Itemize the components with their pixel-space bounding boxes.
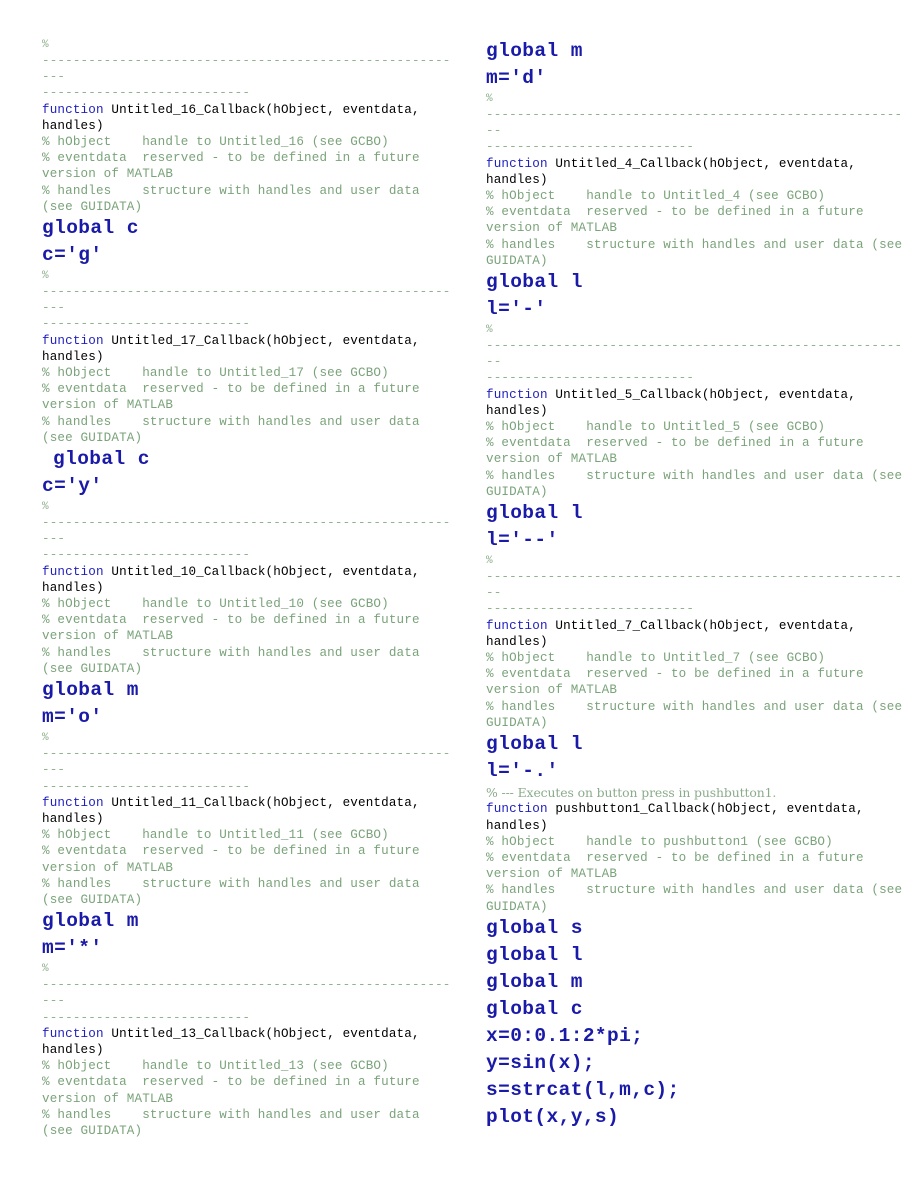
comment-line: % hObject handle to Untitled_5 (see GCBO… — [486, 420, 826, 435]
statement-line: y=sin(x); — [486, 1051, 595, 1074]
comment-marker-line: % — [42, 501, 49, 514]
statement-line: global l — [486, 943, 583, 966]
statement-line: c='g' — [42, 244, 103, 267]
comment-line: % handles structure with handles and use… — [486, 883, 910, 914]
comment-line: % handles structure with handles and use… — [486, 237, 910, 268]
statement-line: m='d' — [486, 67, 547, 89]
comment-line: % handles structure with handles and use… — [42, 1107, 428, 1138]
statement-line: global m — [486, 970, 583, 993]
function-signature-line: function pushbutton1_Callback(hObject, e… — [486, 801, 906, 833]
statement-line: global m — [42, 679, 139, 702]
function-keyword: function — [42, 1026, 104, 1041]
comment-line: % eventdata reserved - to be defined in … — [42, 151, 428, 182]
statement-line: global m — [486, 40, 583, 62]
comment-line: % hObject handle to Untitled_7 (see GCBO… — [486, 651, 826, 666]
statement-line: global m — [42, 910, 139, 933]
separator-line-a: ----------------------------------------… — [42, 747, 451, 778]
function-keyword: function — [486, 802, 548, 817]
comment-marker-line: % — [486, 555, 493, 568]
comment-line: % eventdata reserved - to be defined in … — [42, 613, 428, 644]
function-signature-line: function Untitled_10_Callback(hObject, e… — [42, 564, 452, 596]
separator-line-b: --------------------------- — [486, 371, 695, 386]
function-keyword: function — [42, 102, 104, 117]
comment-marker-line: % — [42, 39, 49, 51]
statement-line: global s — [486, 916, 583, 939]
comment-marker-line: % — [42, 270, 49, 283]
function-signature-line: function Untitled_17_Callback(hObject, e… — [42, 333, 452, 365]
function-keyword: function — [486, 618, 548, 633]
function-keyword: function — [42, 564, 104, 579]
separator-line-a: ----------------------------------------… — [42, 978, 451, 1009]
right-code-column: global m m='d'% --------------------------… — [460, 0, 920, 1131]
statement-line: x=0:0.1:2*pi; — [486, 1024, 644, 1047]
two-column-layout: % ---------------------------------------… — [0, 0, 920, 1191]
comment-line: % handles structure with handles and use… — [486, 468, 910, 499]
separator-line-a: ----------------------------------------… — [42, 54, 451, 85]
comment-line: % eventdata reserved - to be defined in … — [42, 1075, 428, 1106]
statement-line: c='y' — [42, 475, 103, 498]
comment-marker-line: % — [42, 732, 49, 745]
comment-marker-line: % — [42, 963, 49, 976]
comment-line: % eventdata reserved - to be defined in … — [42, 844, 428, 875]
separator-line-b: --------------------------- — [42, 317, 251, 332]
statement-line: l='-' — [486, 298, 547, 321]
function-signature-line: function Untitled_11_Callback(hObject, e… — [42, 795, 452, 827]
statement-line: global l — [486, 733, 583, 756]
separator-line-b: --------------------------- — [42, 779, 251, 794]
function-signature-line: function Untitled_13_Callback(hObject, e… — [42, 1026, 452, 1058]
function-signature-line: function Untitled_7_Callback(hObject, ev… — [486, 618, 906, 650]
statement-line: global c — [42, 217, 139, 240]
separator-line-b: --------------------------- — [486, 140, 695, 155]
comment-line: % handles structure with handles and use… — [42, 876, 428, 907]
separator-line-a: ----------------------------------------… — [486, 108, 903, 139]
comment-line: % hObject handle to Untitled_13 (see GCB… — [42, 1059, 389, 1074]
function-signature-line: function Untitled_4_Callback(hObject, ev… — [486, 156, 906, 188]
function-keyword: function — [42, 795, 104, 810]
comment-line: % hObject handle to Untitled_4 (see GCBO… — [486, 189, 826, 204]
separator-line-b: --------------------------- — [42, 86, 251, 101]
comment-line: % hObject handle to Untitled_10 (see GCB… — [42, 597, 389, 612]
comment-line: % handles structure with handles and use… — [42, 183, 428, 214]
statement-line: m='o' — [42, 706, 103, 729]
separator-line-b: --------------------------- — [42, 1010, 251, 1025]
comment-line: % eventdata reserved - to be defined in … — [486, 205, 872, 236]
comment-line: % hObject handle to Untitled_17 (see GCB… — [42, 366, 389, 381]
comment-line: % eventdata reserved - to be defined in … — [486, 850, 872, 882]
statement-line: global c — [53, 448, 150, 471]
separator-line-a: ----------------------------------------… — [486, 339, 903, 370]
separator-line-a: ----------------------------------------… — [42, 285, 451, 316]
executes-note-line: % --- Executes on button press in pushbu… — [486, 785, 777, 801]
statement-line: l='--' — [486, 529, 559, 552]
statement-line: global c — [486, 997, 583, 1020]
comment-line: % handles structure with handles and use… — [486, 699, 910, 730]
comment-marker-line: % — [486, 324, 493, 337]
comment-line: % handles structure with handles and use… — [42, 414, 428, 445]
separator-line-a: ----------------------------------------… — [42, 516, 451, 547]
statement-line: global l — [486, 502, 583, 525]
comment-line: % eventdata reserved - to be defined in … — [42, 382, 428, 413]
function-keyword: function — [486, 156, 548, 171]
left-code-column: % ---------------------------------------… — [0, 0, 460, 1139]
function-keyword: function — [42, 333, 104, 348]
statement-line: s=strcat(l,m,c); — [486, 1078, 680, 1101]
separator-line-b: --------------------------- — [486, 602, 695, 617]
code-listing-page: % ---------------------------------------… — [0, 0, 920, 1191]
statement-line: m='*' — [42, 937, 103, 960]
statement-line: l='-.' — [486, 760, 559, 783]
comment-line: % handles structure with handles and use… — [42, 645, 428, 676]
separator-line-b: --------------------------- — [42, 548, 251, 563]
comment-marker-line: % — [486, 93, 493, 105]
comment-line: % hObject handle to Untitled_11 (see GCB… — [42, 828, 389, 843]
function-keyword: function — [486, 387, 548, 402]
statement-line: global l — [486, 271, 583, 294]
function-signature-line: function Untitled_5_Callback(hObject, ev… — [486, 387, 906, 419]
comment-line: % hObject handle to Untitled_16 (see GCB… — [42, 135, 389, 150]
comment-line: % eventdata reserved - to be defined in … — [486, 667, 872, 698]
statement-line: plot(x,y,s) — [486, 1105, 620, 1128]
comment-line: % hObject handle to pushbutton1 (see GCB… — [486, 834, 833, 849]
function-signature-line: function Untitled_16_Callback(hObject, e… — [42, 102, 452, 134]
separator-line-a: ----------------------------------------… — [486, 570, 903, 601]
comment-line: % eventdata reserved - to be defined in … — [486, 436, 872, 467]
